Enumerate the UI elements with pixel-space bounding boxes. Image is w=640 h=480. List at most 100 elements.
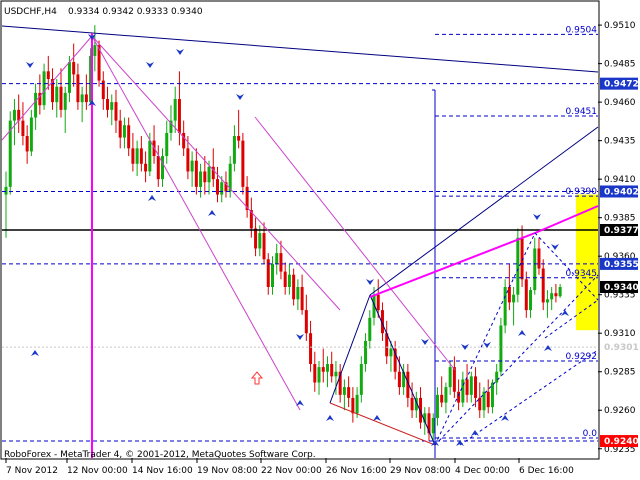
candle-body xyxy=(351,397,355,414)
candle-body xyxy=(389,348,393,357)
candle-body xyxy=(529,290,533,311)
candle-body xyxy=(512,294,516,303)
candle-body xyxy=(474,376,478,398)
candle-body xyxy=(300,287,304,311)
candle-body xyxy=(199,171,203,187)
candle-body xyxy=(63,92,67,110)
candle-body xyxy=(127,125,131,149)
candle-body xyxy=(313,364,317,383)
candle-body xyxy=(541,268,545,303)
candle-body xyxy=(241,140,245,187)
candle-body xyxy=(469,376,473,395)
candle-body xyxy=(46,71,50,80)
chart-header-prices: 0.9334 0.9342 0.9333 0.9340 xyxy=(68,7,203,17)
candle-body xyxy=(93,45,97,56)
candle-body xyxy=(296,287,300,300)
candle-body xyxy=(364,340,368,365)
candle-body xyxy=(554,293,558,297)
candle-body xyxy=(465,379,469,395)
x-tick-label: 26 Nov 16:00 xyxy=(326,466,387,476)
chart-header-symbol: USDCHF,H4 xyxy=(4,7,57,17)
y-tick-label: 0.9510 xyxy=(604,21,636,31)
candle-body xyxy=(186,148,190,172)
candle-body xyxy=(262,233,266,260)
candle-body xyxy=(216,179,219,195)
candle-body xyxy=(321,367,325,372)
candle-body xyxy=(34,92,38,118)
candle-body xyxy=(334,371,338,377)
fibonacci-label: 0.9390 xyxy=(566,187,598,197)
candle-body xyxy=(25,136,29,152)
price-tag-label: 0.9340 xyxy=(604,283,639,293)
candle-body xyxy=(435,394,439,418)
y-tick-label: 0.9435 xyxy=(604,137,636,147)
candle-body xyxy=(533,248,537,291)
candle-body xyxy=(452,367,456,392)
candle-body xyxy=(29,117,33,152)
candle-body xyxy=(359,364,363,395)
price-tag-label: 0.9355 xyxy=(604,260,639,270)
candle-body xyxy=(486,391,490,408)
candle-body xyxy=(410,397,414,411)
fibonacci-label: 0.0 xyxy=(583,429,598,439)
candle-body xyxy=(173,99,177,121)
candle-body xyxy=(67,62,71,93)
candle-body xyxy=(131,148,135,164)
candle-body xyxy=(177,99,181,133)
candle-body xyxy=(503,287,507,326)
price-tag-label: 0.9472 xyxy=(604,80,639,90)
y-tick-label: 0.9460 xyxy=(604,98,636,108)
candle-body xyxy=(457,391,461,403)
x-tick-label: 6 Dec 16:00 xyxy=(519,466,574,476)
y-tick-label: 0.9260 xyxy=(604,406,636,416)
candle-body xyxy=(279,253,283,272)
candle-body xyxy=(292,274,296,300)
candle-body xyxy=(309,333,313,365)
candle-body xyxy=(254,228,258,249)
candle-body xyxy=(161,156,165,180)
candle-body xyxy=(139,148,143,164)
y-tick-label: 0.9485 xyxy=(604,60,636,70)
x-tick-label: 4 Dec 00:00 xyxy=(455,466,510,476)
candle-body xyxy=(524,279,528,311)
candle-body xyxy=(148,140,152,172)
candle-body xyxy=(287,274,291,287)
price-tag-label: 0.9301 xyxy=(604,343,639,353)
x-tick-label: 14 Nov 16:00 xyxy=(132,466,193,476)
x-axis: 7 Nov 2012 12 Nov 00:00 14 Nov 16:00 19 Nov… xyxy=(5,458,574,476)
candle-body xyxy=(397,371,401,388)
candle-body xyxy=(355,394,359,414)
candle-body xyxy=(330,364,334,377)
candle-body xyxy=(59,86,63,110)
price-chart[interactable]: 0.9504 0.9451 0.9390 0.9345 0.9292 0.0 0.9510… xyxy=(0,0,640,480)
x-tick-label: 19 Nov 08:00 xyxy=(197,466,258,476)
candle-body xyxy=(499,325,503,372)
chart-window: 0.9504 0.9451 0.9390 0.9345 0.9292 0.0 0.9510… xyxy=(0,0,640,480)
candle-body xyxy=(448,367,452,388)
candle-body xyxy=(270,263,274,287)
candle-body xyxy=(84,94,88,103)
candle-body xyxy=(304,310,308,334)
candle-body xyxy=(258,233,262,249)
price-tag-label: 0.9402 xyxy=(604,187,639,197)
fibonacci-label: 0.9292 xyxy=(566,352,598,362)
price-tags: 0.9472 0.9402 0.9377 0.9355 0.9340 0.9301 0.92… xyxy=(599,77,639,448)
candle-body xyxy=(114,102,118,121)
fibonacci-label: 0.9451 xyxy=(566,107,598,117)
candle-body xyxy=(220,182,224,195)
candle-body xyxy=(194,160,198,187)
candle-body xyxy=(537,248,541,269)
price-tag-label: 0.9377 xyxy=(604,226,639,236)
candle-body xyxy=(440,394,444,403)
candle-body xyxy=(12,109,16,121)
candle-body xyxy=(317,367,321,383)
candle-body xyxy=(156,156,160,180)
candle-body xyxy=(550,293,554,300)
candle-body xyxy=(21,120,25,137)
candle-body xyxy=(342,387,346,395)
x-tick-label: 22 Nov 00:00 xyxy=(261,466,322,476)
x-tick-label: 12 Nov 00:00 xyxy=(67,466,128,476)
candle-body xyxy=(203,171,207,183)
candle-body xyxy=(431,417,435,434)
candle-body xyxy=(444,387,448,403)
